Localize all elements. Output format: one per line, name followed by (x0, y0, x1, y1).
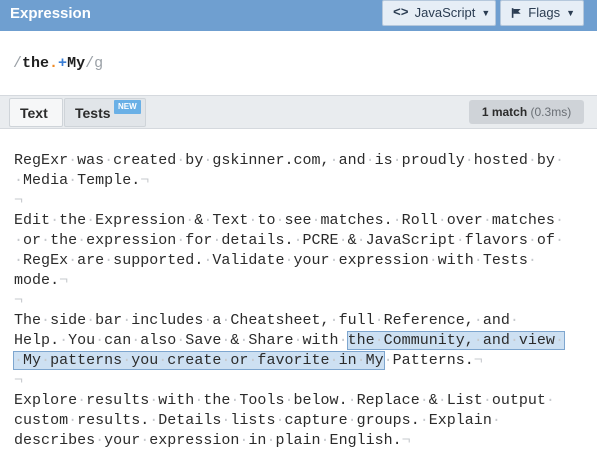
text-line: Edit·the·Expression·&·Text·to·see·matche… (14, 212, 564, 229)
code-icon: <> (393, 5, 409, 20)
expression-token-my: My (67, 55, 86, 72)
expression-token-the: the (22, 55, 50, 72)
expression-close-slash: / (85, 55, 95, 72)
match-highlight[interactable]: the·Community,·and·view· (346, 331, 565, 350)
expression-token-plus: + (58, 55, 68, 72)
chevron-down-icon: ▼ (566, 8, 575, 18)
text-line: ¬ (14, 192, 24, 209)
text-line: ¬ (14, 372, 24, 389)
expression-header: Expression <> JavaScript ▼ Flags ▼ (0, 0, 597, 31)
test-text-area[interactable]: RegExr·was·created·by·gskinner.com,·and·… (0, 129, 597, 465)
text-line: ·Media·Temple.¬ (14, 172, 150, 189)
text-line: describes·your·expression·in·plain·Engli… (14, 432, 411, 449)
expression-open-slash: / (13, 55, 23, 72)
tab-text[interactable]: Text (9, 98, 63, 127)
panel-title: Expression (10, 5, 91, 22)
expression-input[interactable]: /the.+My/g (13, 55, 103, 72)
text-line-prefix: Help.·You·can·also·Save·&·Share·with· (14, 332, 348, 349)
text-line: mode.¬ (14, 272, 69, 289)
expression-token-dot: . (49, 55, 59, 72)
match-status: 1 match (0.3ms) (469, 100, 584, 124)
flags-button-label: Flags (528, 5, 561, 20)
text-line: ·or·the·expression·for·details.·PCRE·&·J… (14, 232, 564, 249)
language-button[interactable]: <> JavaScript ▼ (382, 0, 496, 26)
text-line-suffix: ·Patterns.¬ (383, 352, 483, 369)
text-line: RegExr·was·created·by·gskinner.com,·and·… (14, 152, 564, 169)
new-badge: NEW (114, 100, 141, 114)
match-time: (0.3ms) (530, 105, 572, 119)
match-highlight[interactable]: ·My·patterns·you·create·or·favorite·in·M… (13, 351, 385, 370)
flag-icon (511, 8, 521, 18)
text-line: ¬ (14, 292, 24, 309)
text-line: ·My·patterns·you·create·or·favorite·in·M… (13, 351, 483, 371)
text-line: ·RegEx·are·supported.·Validate·your·expr… (14, 252, 537, 269)
text-line: custom·results.·Details·lists·capture·gr… (14, 412, 501, 429)
text-line: Help.·You·can·also·Save·&·Share·with·the… (14, 331, 565, 351)
chevron-down-icon: ▼ (481, 8, 491, 18)
text-line: Explore·results·with·the·Tools·below.·Re… (14, 392, 555, 409)
language-button-label: JavaScript (414, 5, 476, 20)
text-line: The·side·bar·includes·a·Cheatsheet,·full… (14, 312, 519, 329)
flags-button[interactable]: Flags ▼ (500, 0, 584, 26)
text-tests-tabbar: Text Tests NEW 1 match (0.3ms) (0, 95, 597, 129)
match-count: 1 match (481, 105, 528, 119)
expression-flags: g (94, 55, 104, 72)
expression-editor[interactable]: /the.+My/g (0, 31, 597, 95)
